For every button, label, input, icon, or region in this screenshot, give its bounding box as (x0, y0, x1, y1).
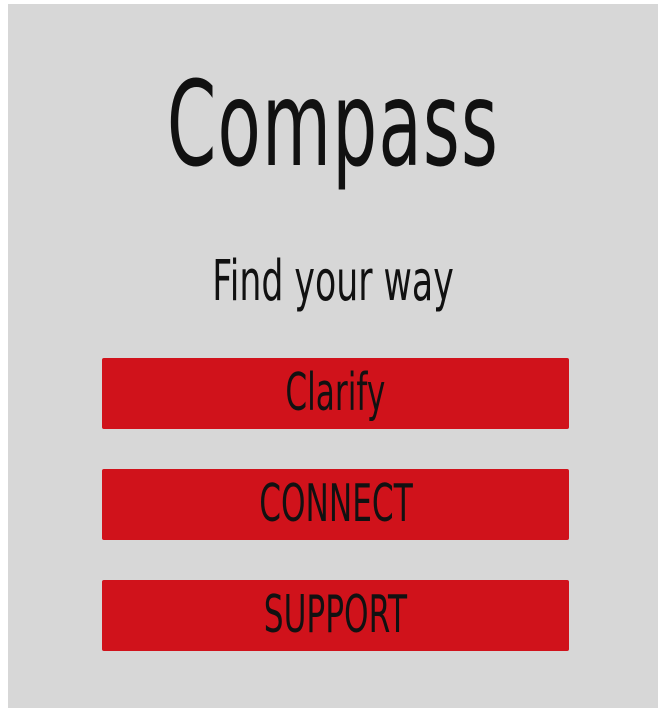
support-button[interactable]: SUPPORT (102, 580, 569, 651)
clarify-button[interactable]: Clarify (102, 358, 569, 429)
app-subtitle: Find your way (212, 249, 454, 314)
connect-button-label: CONNECT (258, 474, 413, 534)
support-button-label: SUPPORT (263, 585, 408, 645)
connect-button[interactable]: CONNECT (102, 469, 569, 540)
app-screen: Compass Find your way Clarify CONNECT SU… (8, 4, 658, 708)
clarify-button-label: Clarify (285, 363, 386, 423)
app-title: Compass (166, 55, 500, 193)
